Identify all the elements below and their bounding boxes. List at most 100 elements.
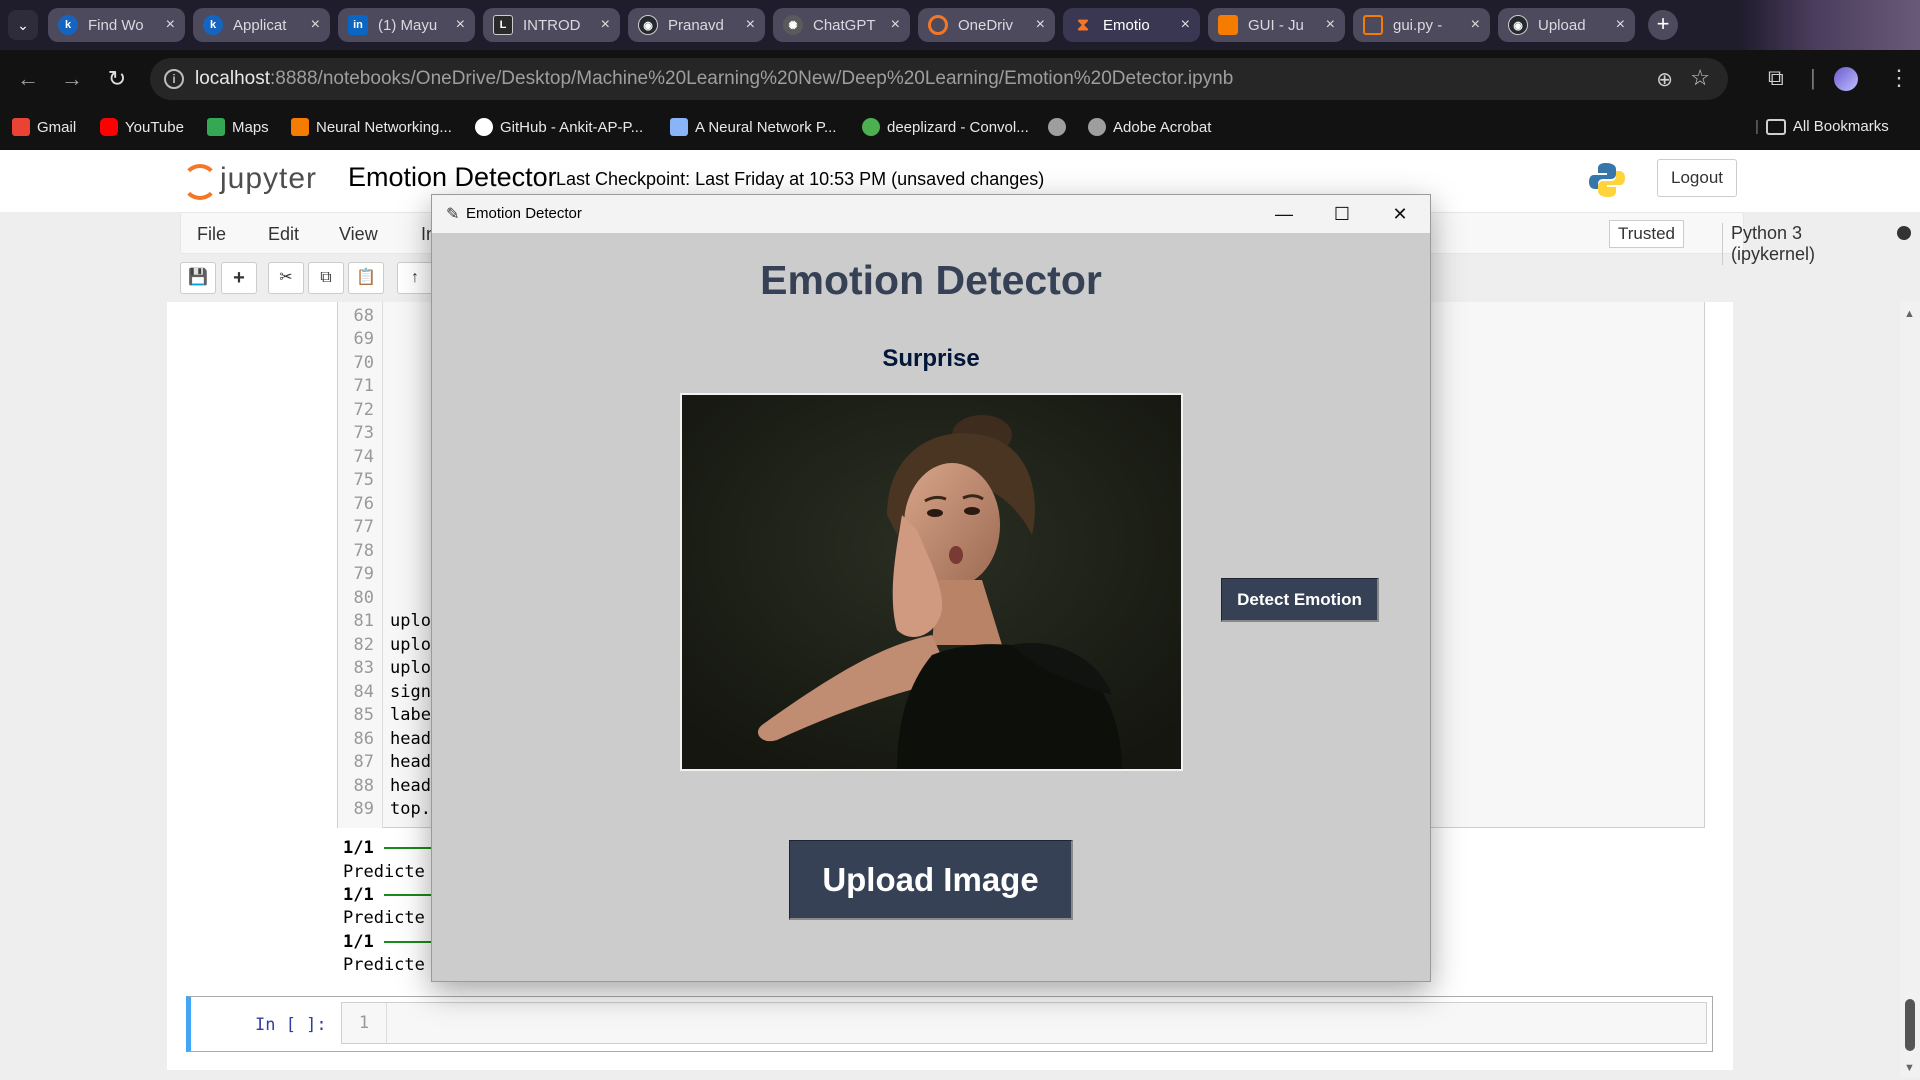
close-icon[interactable]: ×	[891, 16, 900, 34]
hourglass-icon: ⧗	[1077, 15, 1089, 34]
save-icon[interactable]: 💾	[180, 262, 216, 294]
tab-gui-py[interactable]: gui.py - ×	[1353, 8, 1490, 42]
move-up-icon[interactable]: ↑	[397, 262, 433, 294]
notebook-title[interactable]: Emotion Detector	[348, 162, 557, 193]
scroll-up-icon[interactable]: ▲	[1904, 308, 1915, 320]
output-progress-label: 1/1	[343, 885, 374, 905]
bookmark-deeplizard[interactable]: deeplizard - Convol...	[862, 118, 1029, 136]
close-icon[interactable]: ×	[1181, 16, 1190, 34]
line-number: 71	[353, 376, 374, 396]
line-number: 72	[353, 400, 374, 420]
tab-upload[interactable]: ◉ Upload ×	[1498, 8, 1635, 42]
tab-introduction[interactable]: L INTROD ×	[483, 8, 620, 42]
tab-emotion-detector[interactable]: ⧗ Emotio ×	[1063, 8, 1200, 42]
bookmark-maps[interactable]: Maps	[207, 118, 269, 136]
bookmark-neural-network-playground[interactable]: A Neural Network P...	[670, 118, 836, 136]
output-line: Predicte	[343, 862, 425, 882]
bookmark-globe[interactable]	[1048, 118, 1066, 136]
site-info-icon[interactable]: i	[164, 69, 184, 89]
close-icon[interactable]: ×	[1471, 16, 1480, 34]
bookmark-star-icon[interactable]: ☆	[1690, 65, 1710, 91]
jupyter-logo-icon	[180, 160, 218, 200]
tab-label: INTROD	[523, 16, 581, 34]
cell-input[interactable]: 1	[341, 1002, 1707, 1044]
insert-cell-icon[interactable]: +	[221, 262, 257, 294]
scrollbar-thumb[interactable]	[1905, 999, 1915, 1051]
favicon-icon: k	[58, 15, 78, 35]
output-line: 1/1	[343, 885, 444, 905]
emotion-result-label: Surprise	[882, 345, 980, 372]
zoom-icon[interactable]: ⊕	[1656, 67, 1673, 92]
window-titlebar[interactable]: ✎ Emotion Detector — ☐ ✕	[432, 195, 1430, 233]
playground-icon	[670, 118, 688, 136]
menu-edit[interactable]: Edit	[268, 224, 299, 245]
detect-emotion-button[interactable]: Detect Emotion	[1221, 578, 1379, 622]
minimize-icon[interactable]: —	[1264, 201, 1304, 227]
close-icon[interactable]: ×	[746, 16, 755, 34]
copy-icon[interactable]: ⧉	[308, 262, 344, 294]
code-line: labe	[390, 705, 431, 725]
tab-applications[interactable]: k Applicat ×	[193, 8, 330, 42]
tab-github-pranav[interactable]: ◉ Pranavd ×	[628, 8, 765, 42]
logout-button[interactable]: Logout	[1657, 159, 1737, 197]
feather-icon: ✎	[446, 206, 460, 223]
app-heading: Emotion Detector	[760, 257, 1102, 303]
close-icon[interactable]: ×	[601, 16, 610, 34]
checkpoint-status: Last Checkpoint: Last Friday at 10:53 PM…	[556, 169, 1045, 189]
menu-view[interactable]: View	[339, 224, 378, 245]
window-title: Emotion Detector	[466, 205, 582, 222]
forward-arrow-icon[interactable]: →	[58, 66, 86, 92]
gmail-icon	[12, 118, 30, 136]
line-number: 69	[353, 329, 374, 349]
document-icon	[291, 118, 309, 136]
upload-image-button[interactable]: Upload Image	[789, 840, 1073, 920]
bookmark-label: A Neural Network P...	[695, 118, 837, 136]
kernel-name[interactable]: Python 3 (ipykernel)	[1722, 223, 1815, 265]
close-icon[interactable]: ×	[1616, 16, 1625, 34]
close-icon[interactable]: ×	[1036, 16, 1045, 34]
tab-onedrive[interactable]: OneDriv ×	[918, 8, 1055, 42]
input-prompt: In [ ]:	[255, 1015, 327, 1035]
paste-icon[interactable]: 📋	[348, 262, 384, 294]
output-progress-label: 1/1	[343, 932, 374, 952]
code-line: uplo	[390, 658, 431, 678]
bookmark-adobe-acrobat[interactable]: Adobe Acrobat	[1088, 118, 1211, 136]
url-field[interactable]: i localhost:8888/notebooks/OneDrive/Desk…	[150, 58, 1728, 100]
trusted-indicator[interactable]: Trusted	[1609, 220, 1685, 248]
tab-search-button[interactable]: ⌄	[8, 10, 38, 40]
empty-code-cell[interactable]: In [ ]: 1	[186, 996, 1713, 1052]
linkedin-icon: in	[348, 15, 368, 35]
bookmark-label: YouTube	[125, 118, 184, 136]
close-icon[interactable]: ✕	[1380, 201, 1420, 227]
browser-menu-icon[interactable]: ⋮	[1888, 65, 1910, 91]
maximize-icon[interactable]: ☐	[1322, 201, 1362, 227]
bookmark-neural-networking[interactable]: Neural Networking...	[291, 118, 452, 136]
bookmark-github-ankit[interactable]: GitHub - Ankit-AP-P...	[475, 118, 643, 136]
cut-icon[interactable]: ✂	[268, 262, 304, 294]
new-tab-button[interactable]: +	[1648, 10, 1678, 40]
close-icon[interactable]: ×	[311, 16, 320, 34]
line-number: 79	[353, 564, 374, 584]
back-arrow-icon[interactable]: ←	[14, 66, 42, 92]
profile-avatar[interactable]	[1834, 67, 1858, 91]
tab-gui-jupyter[interactable]: GUI - Ju ×	[1208, 8, 1345, 42]
page-scrollbar[interactable]: ▲ ▼	[1900, 302, 1920, 1078]
line-number: 77	[353, 517, 374, 537]
jupyter-logo[interactable]: jupyter	[180, 160, 317, 200]
close-icon[interactable]: ×	[456, 16, 465, 34]
tab-chatgpt[interactable]: ✺ ChatGPT ×	[773, 8, 910, 42]
menu-file[interactable]: File	[197, 224, 226, 245]
all-bookmarks-button[interactable]: | All Bookmarks	[1755, 118, 1889, 135]
tab-find-work[interactable]: k Find Wo ×	[48, 8, 185, 42]
tab-label: Pranavd	[668, 16, 724, 34]
extensions-icon[interactable]: ⧉	[1768, 65, 1784, 91]
uploaded-image	[680, 393, 1183, 771]
tab-linkedin[interactable]: in (1) Mayu ×	[338, 8, 475, 42]
reload-icon[interactable]: ↻	[103, 66, 131, 92]
line-number: 76	[353, 494, 374, 514]
close-icon[interactable]: ×	[166, 16, 175, 34]
bookmark-youtube[interactable]: YouTube	[100, 118, 184, 136]
scroll-down-icon[interactable]: ▼	[1904, 1062, 1915, 1074]
close-icon[interactable]: ×	[1326, 16, 1335, 34]
bookmark-gmail[interactable]: Gmail	[12, 118, 76, 136]
